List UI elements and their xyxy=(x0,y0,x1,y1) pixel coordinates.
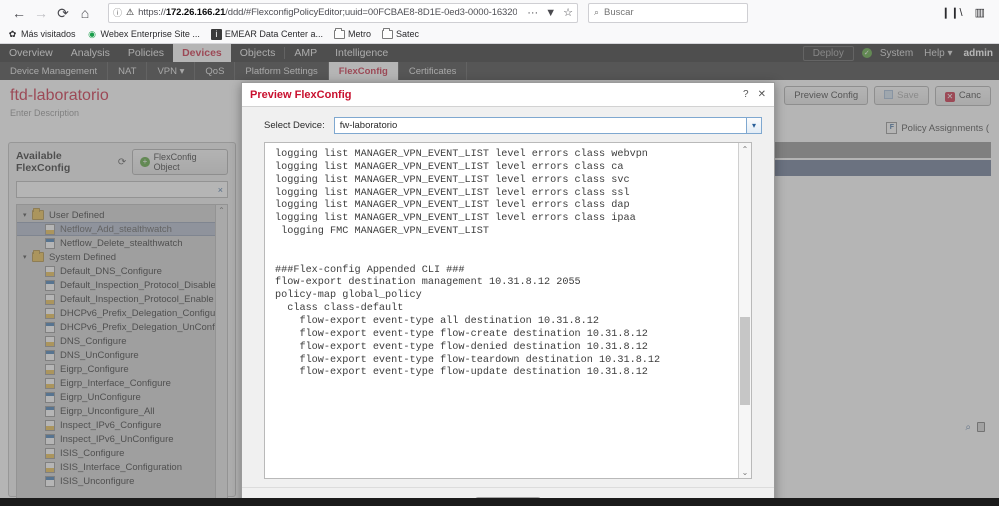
scroll-thumb[interactable] xyxy=(740,317,750,405)
dialog-header: Preview FlexConfig ? ✕ xyxy=(242,83,774,107)
config-preview-box[interactable]: logging list MANAGER_VPN_EVENT_LIST leve… xyxy=(264,142,752,479)
folder-icon xyxy=(381,28,393,39)
bookmark-star-icon[interactable]: ☆ xyxy=(563,6,573,19)
library-icon[interactable]: ❙❙\ xyxy=(941,6,963,19)
bookmarks-bar: ✿ Más visitados ◉ Webex Enterprise Site … xyxy=(0,25,999,43)
gear-icon: ✿ xyxy=(8,28,17,39)
webex-icon: ◉ xyxy=(88,28,96,39)
insecure-warning-icon: ⚠ xyxy=(126,7,135,17)
bottom-strip xyxy=(0,498,999,506)
search-placeholder: Buscar xyxy=(604,7,634,18)
bookmark-item-webex[interactable]: ◉ Webex Enterprise Site ... xyxy=(87,29,200,40)
bookmark-label: EMEAR Data Center a... xyxy=(224,29,323,39)
search-icon: ⌕ xyxy=(594,7,600,17)
bookmark-label: Satec xyxy=(395,29,419,39)
device-select[interactable]: fw-laboratorio ▾ xyxy=(333,117,762,134)
close-icon[interactable]: ✕ xyxy=(758,89,766,100)
scroll-down-icon[interactable]: ⌄ xyxy=(739,466,751,478)
dialog-header-actions: ? ✕ xyxy=(743,89,766,100)
url-text: https://172.26.166.21/ddd/#FlexconfigPol… xyxy=(138,7,517,18)
address-bar[interactable]: ⓘ ⚠ https://172.26.166.21/ddd/#Flexconfi… xyxy=(108,2,578,23)
info-icon: i xyxy=(210,28,222,40)
bookmark-item-satec[interactable]: Satec xyxy=(381,28,419,39)
forward-button[interactable]: → xyxy=(30,3,52,23)
device-value: fw-laboratorio xyxy=(339,120,398,131)
reload-button[interactable]: ⟳ xyxy=(52,3,74,23)
device-selector-row: Select Device: fw-laboratorio ▾ xyxy=(242,107,774,142)
folder-icon xyxy=(333,28,345,39)
bookmark-item-emear[interactable]: i EMEAR Data Center a... xyxy=(210,28,323,40)
preview-flexconfig-dialog: Preview FlexConfig ? ✕ Select Device: fw… xyxy=(241,82,775,506)
url-actions: ··· ▼ ☆ xyxy=(527,6,573,20)
chevron-down-icon[interactable]: ▾ xyxy=(746,118,761,133)
browser-nav-row: ← → ⟳ ⌂ ⓘ ⚠ https://172.26.166.21/ddd/#F… xyxy=(0,0,999,25)
scroll-up-icon[interactable]: ⌃ xyxy=(739,143,751,155)
bookmark-label: Metro xyxy=(347,29,371,39)
config-preview-text: logging list MANAGER_VPN_EVENT_LIST leve… xyxy=(275,149,661,379)
back-button[interactable]: ← xyxy=(8,3,30,23)
page-info-icon[interactable]: ⓘ xyxy=(113,6,122,19)
bookmark-item-mas-visitados[interactable]: ✿ Más visitados xyxy=(7,29,76,40)
url-host: 172.26.166.21 xyxy=(165,7,226,18)
home-button[interactable]: ⌂ xyxy=(74,3,96,23)
app-root: ← → ⟳ ⌂ ⓘ ⚠ https://172.26.166.21/ddd/#F… xyxy=(0,0,999,506)
url-path: /ddd/#FlexconfigPolicyEditor;uuid=00FCBA… xyxy=(225,7,518,18)
config-scrollbar[interactable]: ⌃ ⌄ xyxy=(738,143,751,478)
device-label: Select Device: xyxy=(264,120,325,131)
browser-chrome: ← → ⟳ ⌂ ⓘ ⚠ https://172.26.166.21/ddd/#F… xyxy=(0,0,999,44)
bookmark-item-metro[interactable]: Metro xyxy=(333,28,371,39)
chrome-right-icons: ❙❙\ ▥ xyxy=(941,6,991,19)
pocket-icon[interactable]: ▼ xyxy=(545,7,556,19)
url-prefix: https:// xyxy=(138,7,166,18)
sidebar-icon[interactable]: ▥ xyxy=(975,6,985,19)
bookmark-label: Webex Enterprise Site ... xyxy=(100,29,200,39)
browser-search-box[interactable]: ⌕ Buscar xyxy=(588,2,748,23)
modal-overlay: Preview FlexConfig ? ✕ Select Device: fw… xyxy=(0,44,999,506)
dialog-title: Preview FlexConfig xyxy=(250,88,352,101)
help-icon[interactable]: ? xyxy=(743,89,749,100)
more-actions-icon[interactable]: ··· xyxy=(527,7,538,19)
bookmark-label: Más visitados xyxy=(21,29,76,39)
